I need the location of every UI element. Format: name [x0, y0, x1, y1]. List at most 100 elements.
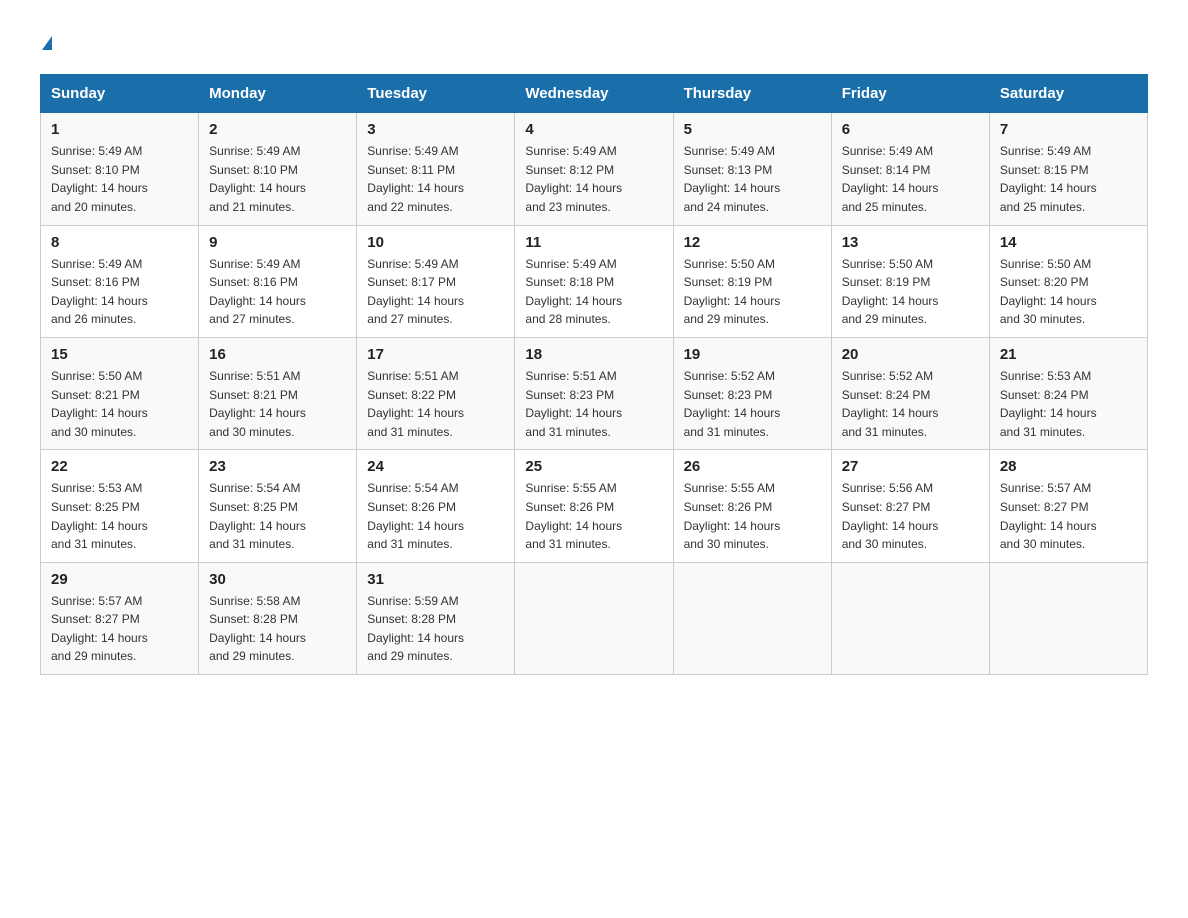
day-number: 19 — [684, 346, 821, 363]
calendar-cell: 20 Sunrise: 5:52 AM Sunset: 8:24 PM Dayl… — [831, 337, 989, 449]
calendar-week-row: 8 Sunrise: 5:49 AM Sunset: 8:16 PM Dayli… — [41, 225, 1148, 337]
day-info: Sunrise: 5:56 AM Sunset: 8:27 PM Dayligh… — [842, 479, 979, 553]
calendar-cell: 1 Sunrise: 5:49 AM Sunset: 8:10 PM Dayli… — [41, 113, 199, 225]
calendar-cell: 26 Sunrise: 5:55 AM Sunset: 8:26 PM Dayl… — [673, 450, 831, 562]
calendar-cell: 25 Sunrise: 5:55 AM Sunset: 8:26 PM Dayl… — [515, 450, 673, 562]
calendar-cell: 6 Sunrise: 5:49 AM Sunset: 8:14 PM Dayli… — [831, 113, 989, 225]
day-number: 7 — [1000, 121, 1137, 138]
day-info: Sunrise: 5:49 AM Sunset: 8:14 PM Dayligh… — [842, 142, 979, 216]
day-number: 8 — [51, 234, 188, 251]
day-number: 6 — [842, 121, 979, 138]
day-info: Sunrise: 5:57 AM Sunset: 8:27 PM Dayligh… — [1000, 479, 1137, 553]
day-number: 13 — [842, 234, 979, 251]
day-number: 2 — [209, 121, 346, 138]
day-number: 31 — [367, 571, 504, 588]
day-info: Sunrise: 5:58 AM Sunset: 8:28 PM Dayligh… — [209, 592, 346, 666]
day-number: 30 — [209, 571, 346, 588]
day-number: 25 — [525, 458, 662, 475]
calendar-cell: 29 Sunrise: 5:57 AM Sunset: 8:27 PM Dayl… — [41, 562, 199, 674]
day-info: Sunrise: 5:55 AM Sunset: 8:26 PM Dayligh… — [525, 479, 662, 553]
logo — [40, 30, 52, 54]
day-info: Sunrise: 5:49 AM Sunset: 8:17 PM Dayligh… — [367, 255, 504, 329]
calendar-cell: 18 Sunrise: 5:51 AM Sunset: 8:23 PM Dayl… — [515, 337, 673, 449]
weekday-header-wednesday: Wednesday — [515, 75, 673, 113]
day-info: Sunrise: 5:57 AM Sunset: 8:27 PM Dayligh… — [51, 592, 188, 666]
calendar-cell: 5 Sunrise: 5:49 AM Sunset: 8:13 PM Dayli… — [673, 113, 831, 225]
page-header — [40, 30, 1148, 54]
calendar-cell — [673, 562, 831, 674]
day-info: Sunrise: 5:50 AM Sunset: 8:19 PM Dayligh… — [842, 255, 979, 329]
day-info: Sunrise: 5:50 AM Sunset: 8:19 PM Dayligh… — [684, 255, 821, 329]
calendar-cell: 14 Sunrise: 5:50 AM Sunset: 8:20 PM Dayl… — [989, 225, 1147, 337]
day-number: 26 — [684, 458, 821, 475]
calendar-cell — [831, 562, 989, 674]
weekday-header-thursday: Thursday — [673, 75, 831, 113]
day-info: Sunrise: 5:54 AM Sunset: 8:25 PM Dayligh… — [209, 479, 346, 553]
calendar-cell: 27 Sunrise: 5:56 AM Sunset: 8:27 PM Dayl… — [831, 450, 989, 562]
calendar-cell: 11 Sunrise: 5:49 AM Sunset: 8:18 PM Dayl… — [515, 225, 673, 337]
day-info: Sunrise: 5:54 AM Sunset: 8:26 PM Dayligh… — [367, 479, 504, 553]
day-info: Sunrise: 5:49 AM Sunset: 8:11 PM Dayligh… — [367, 142, 504, 216]
weekday-header-monday: Monday — [199, 75, 357, 113]
day-info: Sunrise: 5:51 AM Sunset: 8:21 PM Dayligh… — [209, 367, 346, 441]
calendar-cell: 19 Sunrise: 5:52 AM Sunset: 8:23 PM Dayl… — [673, 337, 831, 449]
day-info: Sunrise: 5:49 AM Sunset: 8:16 PM Dayligh… — [209, 255, 346, 329]
day-number: 18 — [525, 346, 662, 363]
calendar-week-row: 1 Sunrise: 5:49 AM Sunset: 8:10 PM Dayli… — [41, 113, 1148, 225]
calendar-cell: 7 Sunrise: 5:49 AM Sunset: 8:15 PM Dayli… — [989, 113, 1147, 225]
day-number: 24 — [367, 458, 504, 475]
day-info: Sunrise: 5:59 AM Sunset: 8:28 PM Dayligh… — [367, 592, 504, 666]
weekday-header-saturday: Saturday — [989, 75, 1147, 113]
day-number: 29 — [51, 571, 188, 588]
calendar-cell: 16 Sunrise: 5:51 AM Sunset: 8:21 PM Dayl… — [199, 337, 357, 449]
day-number: 11 — [525, 234, 662, 251]
day-number: 10 — [367, 234, 504, 251]
calendar-cell: 23 Sunrise: 5:54 AM Sunset: 8:25 PM Dayl… — [199, 450, 357, 562]
day-info: Sunrise: 5:49 AM Sunset: 8:18 PM Dayligh… — [525, 255, 662, 329]
day-number: 28 — [1000, 458, 1137, 475]
weekday-header-row: SundayMondayTuesdayWednesdayThursdayFrid… — [41, 75, 1148, 113]
calendar-body: 1 Sunrise: 5:49 AM Sunset: 8:10 PM Dayli… — [41, 113, 1148, 675]
day-info: Sunrise: 5:49 AM Sunset: 8:12 PM Dayligh… — [525, 142, 662, 216]
calendar-table: SundayMondayTuesdayWednesdayThursdayFrid… — [40, 74, 1148, 675]
day-number: 1 — [51, 121, 188, 138]
day-number: 4 — [525, 121, 662, 138]
weekday-header-friday: Friday — [831, 75, 989, 113]
day-info: Sunrise: 5:51 AM Sunset: 8:23 PM Dayligh… — [525, 367, 662, 441]
day-info: Sunrise: 5:49 AM Sunset: 8:15 PM Dayligh… — [1000, 142, 1137, 216]
calendar-cell: 10 Sunrise: 5:49 AM Sunset: 8:17 PM Dayl… — [357, 225, 515, 337]
calendar-week-row: 15 Sunrise: 5:50 AM Sunset: 8:21 PM Dayl… — [41, 337, 1148, 449]
day-number: 5 — [684, 121, 821, 138]
calendar-cell: 13 Sunrise: 5:50 AM Sunset: 8:19 PM Dayl… — [831, 225, 989, 337]
day-number: 16 — [209, 346, 346, 363]
day-info: Sunrise: 5:52 AM Sunset: 8:23 PM Dayligh… — [684, 367, 821, 441]
day-info: Sunrise: 5:53 AM Sunset: 8:25 PM Dayligh… — [51, 479, 188, 553]
calendar-cell: 21 Sunrise: 5:53 AM Sunset: 8:24 PM Dayl… — [989, 337, 1147, 449]
day-info: Sunrise: 5:49 AM Sunset: 8:10 PM Dayligh… — [209, 142, 346, 216]
day-info: Sunrise: 5:51 AM Sunset: 8:22 PM Dayligh… — [367, 367, 504, 441]
day-number: 9 — [209, 234, 346, 251]
day-info: Sunrise: 5:49 AM Sunset: 8:13 PM Dayligh… — [684, 142, 821, 216]
calendar-cell: 3 Sunrise: 5:49 AM Sunset: 8:11 PM Dayli… — [357, 113, 515, 225]
calendar-cell: 8 Sunrise: 5:49 AM Sunset: 8:16 PM Dayli… — [41, 225, 199, 337]
calendar-cell — [989, 562, 1147, 674]
day-number: 27 — [842, 458, 979, 475]
day-number: 22 — [51, 458, 188, 475]
day-info: Sunrise: 5:53 AM Sunset: 8:24 PM Dayligh… — [1000, 367, 1137, 441]
calendar-cell: 28 Sunrise: 5:57 AM Sunset: 8:27 PM Dayl… — [989, 450, 1147, 562]
day-info: Sunrise: 5:50 AM Sunset: 8:21 PM Dayligh… — [51, 367, 188, 441]
day-number: 20 — [842, 346, 979, 363]
calendar-cell: 12 Sunrise: 5:50 AM Sunset: 8:19 PM Dayl… — [673, 225, 831, 337]
day-number: 17 — [367, 346, 504, 363]
calendar-cell: 17 Sunrise: 5:51 AM Sunset: 8:22 PM Dayl… — [357, 337, 515, 449]
day-info: Sunrise: 5:52 AM Sunset: 8:24 PM Dayligh… — [842, 367, 979, 441]
calendar-cell: 15 Sunrise: 5:50 AM Sunset: 8:21 PM Dayl… — [41, 337, 199, 449]
calendar-week-row: 29 Sunrise: 5:57 AM Sunset: 8:27 PM Dayl… — [41, 562, 1148, 674]
calendar-cell: 2 Sunrise: 5:49 AM Sunset: 8:10 PM Dayli… — [199, 113, 357, 225]
calendar-header: SundayMondayTuesdayWednesdayThursdayFrid… — [41, 75, 1148, 113]
weekday-header-sunday: Sunday — [41, 75, 199, 113]
day-number: 15 — [51, 346, 188, 363]
day-info: Sunrise: 5:50 AM Sunset: 8:20 PM Dayligh… — [1000, 255, 1137, 329]
calendar-week-row: 22 Sunrise: 5:53 AM Sunset: 8:25 PM Dayl… — [41, 450, 1148, 562]
day-number: 21 — [1000, 346, 1137, 363]
